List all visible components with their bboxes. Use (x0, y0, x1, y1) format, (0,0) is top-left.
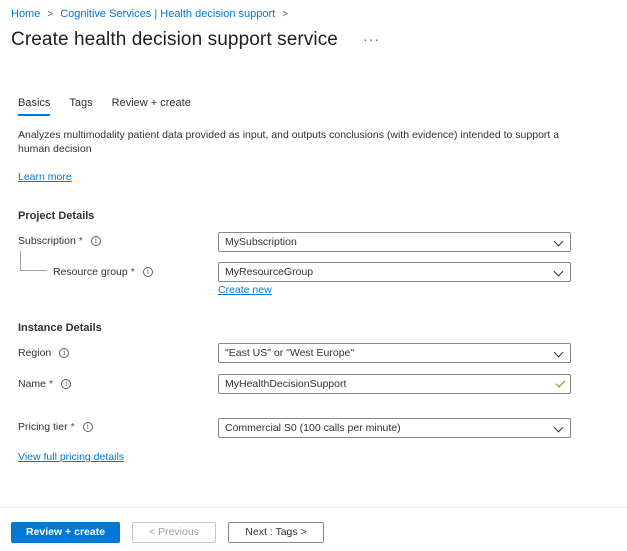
info-icon[interactable]: i (61, 379, 72, 389)
breadcrumb-cognitive-services[interactable]: Cognitive Services | Health decision sup… (60, 8, 275, 20)
chevron-down-icon (553, 422, 564, 433)
required-marker: * (49, 378, 54, 390)
name-value: MyHealthDecisionSupport (225, 378, 347, 390)
review-create-button[interactable]: Review + create (11, 522, 120, 543)
checkmark-icon (555, 377, 566, 388)
breadcrumb-separator: > (282, 8, 289, 20)
required-marker: * (70, 421, 75, 433)
chevron-down-icon (553, 236, 564, 247)
info-icon[interactable]: i (90, 236, 101, 246)
breadcrumb-home[interactable]: Home (11, 8, 40, 20)
pricing-tier-label: Pricing tier * i (18, 421, 93, 433)
create-new-link[interactable]: Create new (218, 284, 272, 296)
pricing-tier-label-text: Pricing tier (18, 421, 68, 433)
info-icon[interactable]: i (59, 348, 70, 358)
required-marker: * (78, 235, 83, 247)
resource-group-label-text: Resource group (53, 266, 128, 278)
name-label: Name * i (18, 378, 72, 390)
footer-divider (0, 507, 627, 508)
more-options-icon[interactable]: ··· (363, 31, 380, 47)
instance-details-heading: Instance Details (18, 322, 102, 334)
subscription-label-text: Subscription (18, 235, 76, 247)
info-icon[interactable]: i (142, 267, 153, 277)
project-details-heading: Project Details (18, 210, 95, 222)
tab-bar: Basics Tags Review + create (18, 97, 210, 116)
region-dropdown[interactable]: "East US" or "West Europe" (218, 343, 571, 363)
subscription-value: MySubscription (225, 236, 297, 248)
tree-connector (20, 251, 47, 271)
chevron-down-icon (553, 266, 564, 277)
tab-basics[interactable]: Basics (18, 97, 51, 116)
breadcrumb-separator: > (47, 8, 54, 20)
subscription-label: Subscription * i (18, 235, 101, 247)
previous-button[interactable]: < Previous (132, 522, 216, 543)
name-label-text: Name (18, 378, 47, 390)
next-tags-button[interactable]: Next : Tags > (228, 522, 324, 543)
region-label-text: Region (18, 347, 52, 359)
region-value: "East US" or "West Europe" (225, 347, 355, 359)
subscription-dropdown[interactable]: MySubscription (218, 232, 571, 252)
service-description: Analyzes multimodality patient data prov… (18, 129, 560, 155)
pricing-tier-value: Commercial S0 (100 calls per minute) (225, 422, 401, 434)
resource-group-value: MyResourceGroup (225, 266, 314, 278)
resource-group-dropdown[interactable]: MyResourceGroup (218, 262, 571, 282)
region-label: Region i (18, 347, 70, 359)
learn-more-link[interactable]: Learn more (18, 171, 72, 183)
breadcrumb: Home > Cognitive Services | Health decis… (11, 8, 295, 20)
resource-group-label: Resource group * i (53, 266, 153, 278)
pricing-tier-dropdown[interactable]: Commercial S0 (100 calls per minute) (218, 418, 571, 438)
tab-review-create[interactable]: Review + create (112, 97, 191, 116)
page-title: Create health decision support service (11, 29, 338, 50)
name-input[interactable]: MyHealthDecisionSupport (218, 374, 571, 394)
chevron-down-icon (553, 347, 564, 358)
required-marker: * (130, 266, 135, 278)
info-icon[interactable]: i (82, 422, 93, 432)
tab-tags[interactable]: Tags (69, 97, 92, 116)
view-pricing-link[interactable]: View full pricing details (18, 451, 124, 463)
